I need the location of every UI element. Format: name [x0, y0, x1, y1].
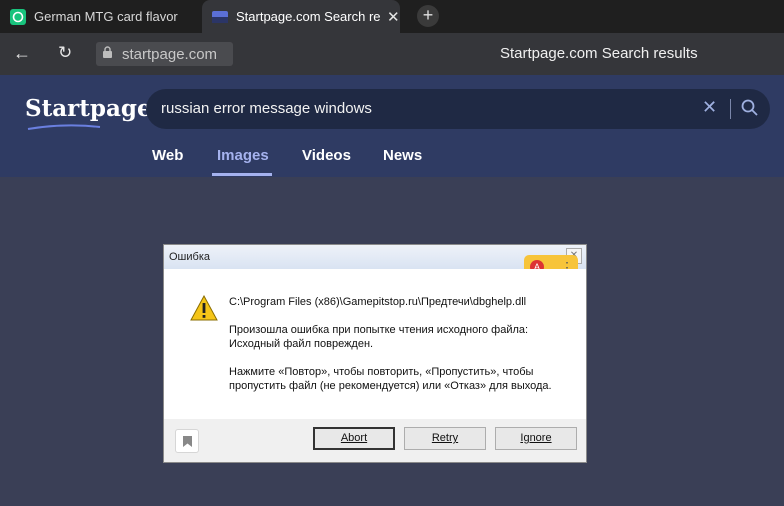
- retry-button: Retry: [404, 427, 486, 450]
- lock-icon: [102, 46, 122, 62]
- bookmark-icon: [183, 436, 192, 447]
- close-tab-icon[interactable]: ✕: [387, 8, 400, 26]
- logo-text: Startpage: [25, 95, 152, 122]
- search-input[interactable]: russian error message windows: [161, 100, 372, 117]
- startpage-logo[interactable]: Startpage: [25, 95, 152, 130]
- browser-tab-strip: German MTG card flavor te Startpage.com …: [0, 0, 784, 33]
- abort-button: Abort: [313, 427, 395, 450]
- browser-tab-startpage[interactable]: Startpage.com Search re ✕: [202, 0, 400, 33]
- logo-swoosh-icon: [27, 124, 101, 130]
- search-divider: [730, 99, 731, 119]
- ignore-button: Ignore: [495, 427, 577, 450]
- back-arrow-icon[interactable]: ←: [13, 43, 31, 64]
- search-bar[interactable]: russian error message windows ✕: [146, 89, 770, 129]
- error-instruction-line: Нажмите «Повтор», чтобы повторить, «Проп…: [229, 366, 534, 378]
- tab-title: German MTG card flavor te: [34, 9, 179, 24]
- page-title: Startpage.com Search results: [500, 45, 698, 62]
- chatgpt-icon: [10, 8, 26, 25]
- clear-search-icon[interactable]: ✕: [702, 97, 717, 118]
- tab-videos[interactable]: Videos: [302, 147, 351, 164]
- error-instruction-line: пропустить файл (не рекомендуется) или «…: [229, 380, 552, 392]
- tab-images[interactable]: Images: [212, 147, 272, 176]
- startpage-header: Startpage russian error message windows …: [0, 75, 784, 177]
- dialog-footer: Abort Retry Ignore: [164, 419, 586, 462]
- dialog-titlebar: Ошибка ✕: [164, 245, 586, 269]
- tab-news[interactable]: News: [383, 147, 422, 164]
- tab-web[interactable]: Web: [152, 147, 183, 164]
- dialog-body: C:\Program Files (x86)\Gamepitstop.ru\Пр…: [164, 269, 586, 419]
- active-tab-underline: [212, 173, 272, 176]
- error-file-path: C:\Program Files (x86)\Gamepitstop.ru\Пр…: [229, 296, 527, 308]
- search-icon[interactable]: [740, 98, 760, 118]
- startpage-icon: [212, 10, 228, 23]
- reload-icon[interactable]: ↻: [58, 43, 72, 63]
- new-tab-button[interactable]: +: [417, 5, 439, 27]
- browser-toolbar: ← ↻ startpage.com Startpage.com Search r…: [0, 33, 784, 75]
- dialog-title: Ошибка: [169, 251, 210, 263]
- address-bar[interactable]: startpage.com: [96, 42, 233, 66]
- warning-icon: [190, 295, 218, 321]
- error-message-line: Произошла ошибка при попытке чтения исхо…: [229, 324, 529, 336]
- error-message-line: Исходный файл поврежден.: [229, 338, 374, 350]
- save-image-button[interactable]: [175, 429, 199, 453]
- url-text: startpage.com: [122, 45, 218, 63]
- tab-title: Startpage.com Search re: [236, 9, 381, 24]
- tab-images-label: Images: [217, 147, 269, 164]
- search-type-tabs: Web Images Videos News: [0, 147, 784, 177]
- error-dialog-image[interactable]: Ошибка ✕ A ⋮ C:\Program Files (x86)\Game…: [163, 244, 587, 463]
- browser-tab-mtg[interactable]: German MTG card flavor te: [0, 0, 198, 33]
